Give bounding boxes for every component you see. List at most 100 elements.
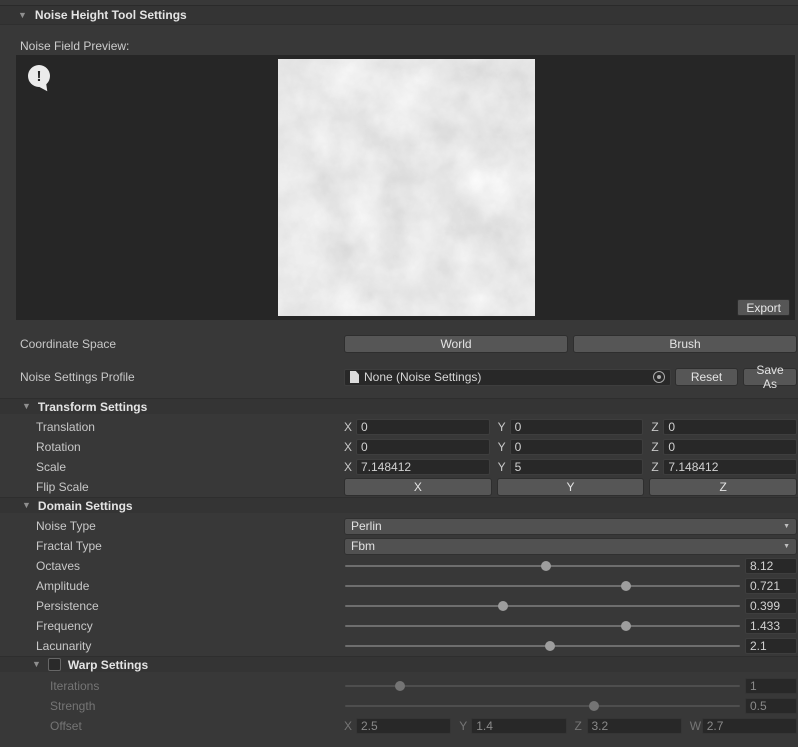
translation-z-field[interactable] <box>663 419 797 435</box>
rotation-x-field[interactable] <box>356 439 490 455</box>
persistence-slider[interactable] <box>344 596 741 616</box>
octaves-row: Octaves <box>0 556 798 576</box>
chevron-down-icon: ▼ <box>783 523 790 530</box>
foldout-triangle-icon[interactable]: ▼ <box>32 660 41 669</box>
axis-z-label: Z <box>651 440 659 454</box>
offset-z-group: Z <box>575 718 682 734</box>
translation-x-group: X <box>344 419 490 435</box>
flip-y-button[interactable]: Y <box>497 478 645 496</box>
persistence-value-field[interactable] <box>745 598 797 614</box>
reset-button[interactable]: Reset <box>675 368 738 386</box>
profile-label: Noise Settings Profile <box>0 370 344 384</box>
noise-preview-image <box>278 59 535 316</box>
strength-label: Strength <box>0 699 344 713</box>
amplitude-label: Amplitude <box>0 579 344 593</box>
frequency-label: Frequency <box>0 619 344 633</box>
noise-type-label: Noise Type <box>0 519 344 533</box>
warning-exclamation-icon <box>28 65 50 87</box>
brush-button[interactable]: Brush <box>573 335 797 353</box>
axis-y-label: Y <box>498 460 506 474</box>
main-foldout-header[interactable]: ▼ Noise Height Tool Settings <box>0 5 798 25</box>
flip-z-button[interactable]: Z <box>649 478 797 496</box>
strength-slider <box>344 696 741 716</box>
lacunarity-value-field[interactable] <box>745 638 797 654</box>
noise-type-dropdown[interactable]: Perlin ▼ <box>344 518 797 535</box>
noise-height-tool-panel: ▼ Noise Height Tool Settings Noise Field… <box>0 0 798 736</box>
axis-w-label: W <box>690 719 698 733</box>
domain-settings-header[interactable]: ▼ Domain Settings <box>0 497 798 513</box>
flip-x-button[interactable]: X <box>344 478 492 496</box>
scale-y-group: Y <box>498 459 644 475</box>
coordinate-space-label: Coordinate Space <box>0 337 344 351</box>
axis-x-label: X <box>344 719 352 733</box>
lacunarity-label: Lacunarity <box>0 639 344 653</box>
slider-track[interactable] <box>345 645 740 647</box>
amplitude-row: Amplitude <box>0 576 798 596</box>
translation-x-field[interactable] <box>356 419 490 435</box>
export-button[interactable]: Export <box>737 299 790 316</box>
noise-settings-object-field[interactable]: None (Noise Settings) <box>344 369 671 386</box>
axis-z-label: Z <box>651 420 659 434</box>
object-picker-icon[interactable] <box>653 371 665 383</box>
persistence-slider-handle[interactable] <box>498 601 508 611</box>
frequency-slider-handle[interactable] <box>621 621 631 631</box>
amplitude-slider-handle[interactable] <box>621 581 631 591</box>
axis-x-label: X <box>344 460 352 474</box>
axis-z-label: Z <box>575 719 583 733</box>
strength-row: Strength <box>0 696 798 716</box>
save-as-button[interactable]: Save As <box>743 368 797 386</box>
fractal-type-label: Fractal Type <box>0 539 344 553</box>
offset-x-field <box>356 718 451 734</box>
frequency-value-field[interactable] <box>745 618 797 634</box>
translation-y-field[interactable] <box>510 419 644 435</box>
fractal-type-dropdown[interactable]: Fbm ▼ <box>344 538 797 555</box>
foldout-triangle-icon[interactable]: ▼ <box>18 11 27 20</box>
octaves-slider[interactable] <box>344 556 741 576</box>
octaves-value-field[interactable] <box>745 558 797 574</box>
rotation-y-field[interactable] <box>510 439 644 455</box>
slider-track[interactable] <box>345 625 740 627</box>
noise-type-value: Perlin <box>351 519 382 533</box>
axis-x-label: X <box>344 420 352 434</box>
rotation-z-field[interactable] <box>663 439 797 455</box>
translation-row: Translation X Y Z <box>0 417 798 437</box>
warp-settings-checkbox[interactable] <box>48 658 61 671</box>
axis-y-label: Y <box>459 719 467 733</box>
scale-z-field[interactable] <box>663 459 797 475</box>
lacunarity-slider-handle[interactable] <box>545 641 555 651</box>
strength-value-field <box>745 698 797 714</box>
persistence-label: Persistence <box>0 599 344 613</box>
panel-title: Noise Height Tool Settings <box>35 8 187 22</box>
scale-y-field[interactable] <box>510 459 644 475</box>
offset-x-group: X <box>344 718 451 734</box>
slider-track <box>345 705 740 707</box>
rotation-y-group: Y <box>498 439 644 455</box>
rotation-x-group: X <box>344 439 490 455</box>
scale-x-field[interactable] <box>356 459 490 475</box>
iterations-row: Iterations <box>0 676 798 696</box>
amplitude-slider[interactable] <box>344 576 741 596</box>
strength-slider-handle <box>589 701 599 711</box>
persistence-row: Persistence <box>0 596 798 616</box>
warp-settings-header[interactable]: ▼ Warp Settings <box>0 656 798 672</box>
frequency-slider[interactable] <box>344 616 741 636</box>
iterations-value-field <box>745 678 797 694</box>
chevron-down-icon: ▼ <box>783 543 790 550</box>
lacunarity-slider[interactable] <box>344 636 741 656</box>
amplitude-value-field[interactable] <box>745 578 797 594</box>
iterations-slider <box>344 676 741 696</box>
foldout-triangle-icon[interactable]: ▼ <box>22 501 31 510</box>
translation-z-group: Z <box>651 419 797 435</box>
slider-track[interactable] <box>345 605 740 607</box>
offset-y-field <box>471 718 566 734</box>
axis-y-label: Y <box>498 440 506 454</box>
translation-label: Translation <box>0 420 344 434</box>
octaves-slider-handle[interactable] <box>541 561 551 571</box>
transform-settings-header[interactable]: ▼ Transform Settings <box>0 398 798 414</box>
noise-type-row: Noise Type Perlin ▼ <box>0 516 798 536</box>
rotation-z-group: Z <box>651 439 797 455</box>
world-button[interactable]: World <box>344 335 568 353</box>
foldout-triangle-icon[interactable]: ▼ <box>22 402 31 411</box>
axis-z-label: Z <box>651 460 659 474</box>
slider-track[interactable] <box>345 585 740 587</box>
